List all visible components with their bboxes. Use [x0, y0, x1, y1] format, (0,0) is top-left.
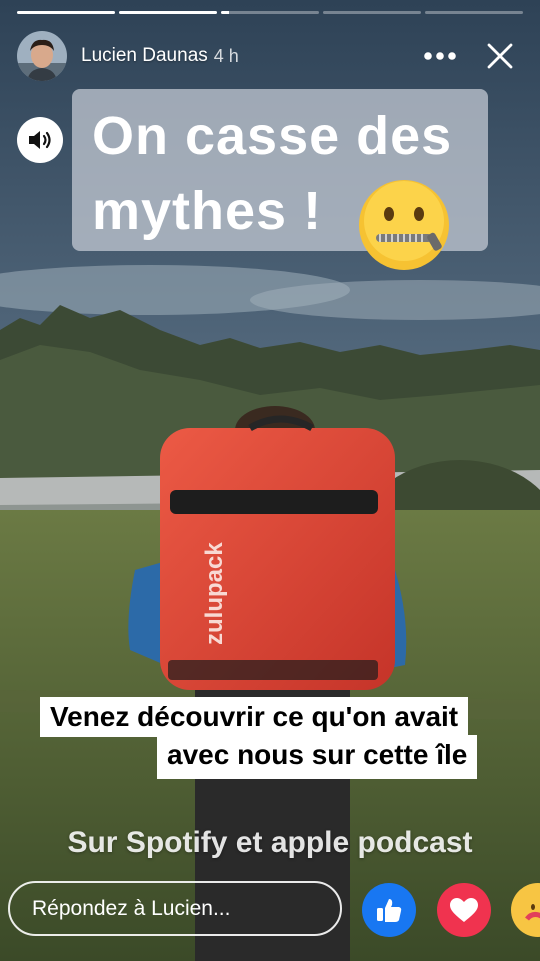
- story-title-sticker: On casse des mythes !: [72, 89, 488, 270]
- speaker-icon: [29, 131, 51, 149]
- story-header: Lucien Daunas 4 h: [17, 30, 523, 82]
- sound-toggle-button[interactable]: [17, 117, 63, 163]
- svg-text:zulupack: zulupack: [201, 542, 228, 645]
- more-options-button[interactable]: [417, 33, 463, 79]
- close-button[interactable]: [477, 33, 523, 79]
- progress-fill: [221, 11, 229, 14]
- progress-segment: [119, 11, 217, 14]
- caption-line-2: avec nous sur cette île: [157, 735, 478, 779]
- love-reaction-button[interactable]: [437, 883, 491, 937]
- story-timestamp: 4 h: [213, 45, 239, 66]
- like-reaction-button[interactable]: [362, 883, 416, 937]
- care-emoji-icon: [525, 904, 540, 921]
- story-viewer[interactable]: zulupack Lucien Daunas 4 h On casse des …: [0, 0, 540, 961]
- story-author-name[interactable]: Lucien Daunas: [81, 45, 208, 67]
- progress-segment: [17, 11, 115, 14]
- progress-fill: [17, 11, 115, 14]
- progress-fill: [119, 11, 217, 14]
- progress-segment: [221, 11, 319, 14]
- progress-segment: [425, 11, 523, 14]
- story-progress: [17, 11, 523, 14]
- zipper-mouth-emoji-icon: [356, 177, 452, 278]
- close-icon: [487, 43, 513, 69]
- title-line-2: mythes !: [92, 181, 323, 241]
- avatar[interactable]: [17, 31, 67, 81]
- progress-segment: [323, 11, 421, 14]
- heart-icon: [450, 898, 478, 922]
- more-dots-icon: [424, 52, 456, 60]
- podcast-subtitle: Sur Spotify et apple podcast: [67, 826, 473, 859]
- title-line-1: On casse des: [92, 106, 453, 166]
- thumbs-up-icon: [377, 899, 402, 922]
- caption-line-1: Venez découvrir ce qu'on avait: [40, 697, 469, 737]
- reply-input[interactable]: Répondez à Lucien...: [8, 881, 342, 936]
